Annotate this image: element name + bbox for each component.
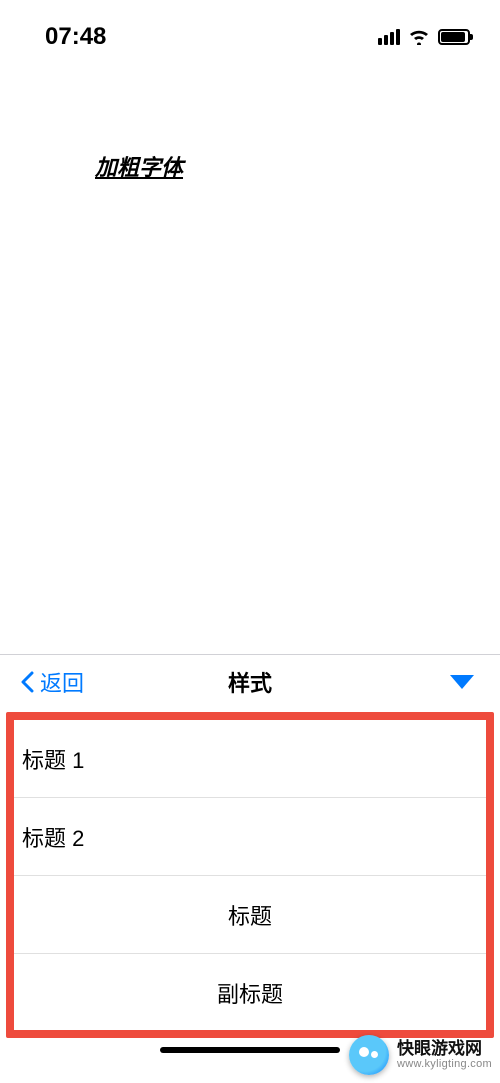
highlight-box: 标题 1 标题 2 标题 副标题 — [6, 712, 494, 1038]
status-icons — [378, 29, 470, 45]
back-label: 返回 — [40, 666, 84, 698]
status-time: 07:48 — [45, 23, 106, 51]
style-item-title[interactable]: 标题 — [14, 876, 486, 954]
watermark-logo-icon — [349, 1035, 389, 1075]
panel-title: 样式 — [228, 666, 272, 698]
style-label: 标题 2 — [22, 821, 84, 853]
collapse-icon[interactable] — [450, 675, 474, 689]
chevron-left-icon — [20, 671, 34, 693]
watermark: 快眼游戏网 www.kyligting.com — [349, 1035, 492, 1075]
status-bar: 07:48 — [0, 0, 500, 55]
style-label: 标题 1 — [22, 743, 84, 775]
watermark-title: 快眼游戏网 — [397, 1040, 492, 1059]
back-button[interactable]: 返回 — [20, 666, 84, 698]
wifi-icon — [408, 29, 430, 45]
style-item-heading1[interactable]: 标题 1 — [14, 720, 486, 798]
style-label: 副标题 — [217, 977, 283, 1009]
home-indicator[interactable] — [160, 1047, 340, 1053]
signal-icon — [378, 29, 400, 45]
watermark-url: www.kyligting.com — [397, 1058, 492, 1070]
style-label: 标题 — [228, 899, 272, 931]
style-panel-header: 返回 样式 — [0, 654, 500, 708]
watermark-text: 快眼游戏网 www.kyligting.com — [397, 1040, 492, 1071]
style-item-subtitle[interactable]: 副标题 — [14, 954, 486, 1030]
style-item-heading2[interactable]: 标题 2 — [14, 798, 486, 876]
note-content-area[interactable]: 加粗字体 — [0, 55, 500, 182]
battery-icon — [438, 29, 470, 45]
formatted-text[interactable]: 加粗字体 — [95, 155, 183, 180]
style-list: 标题 1 标题 2 标题 副标题 — [14, 720, 486, 1030]
